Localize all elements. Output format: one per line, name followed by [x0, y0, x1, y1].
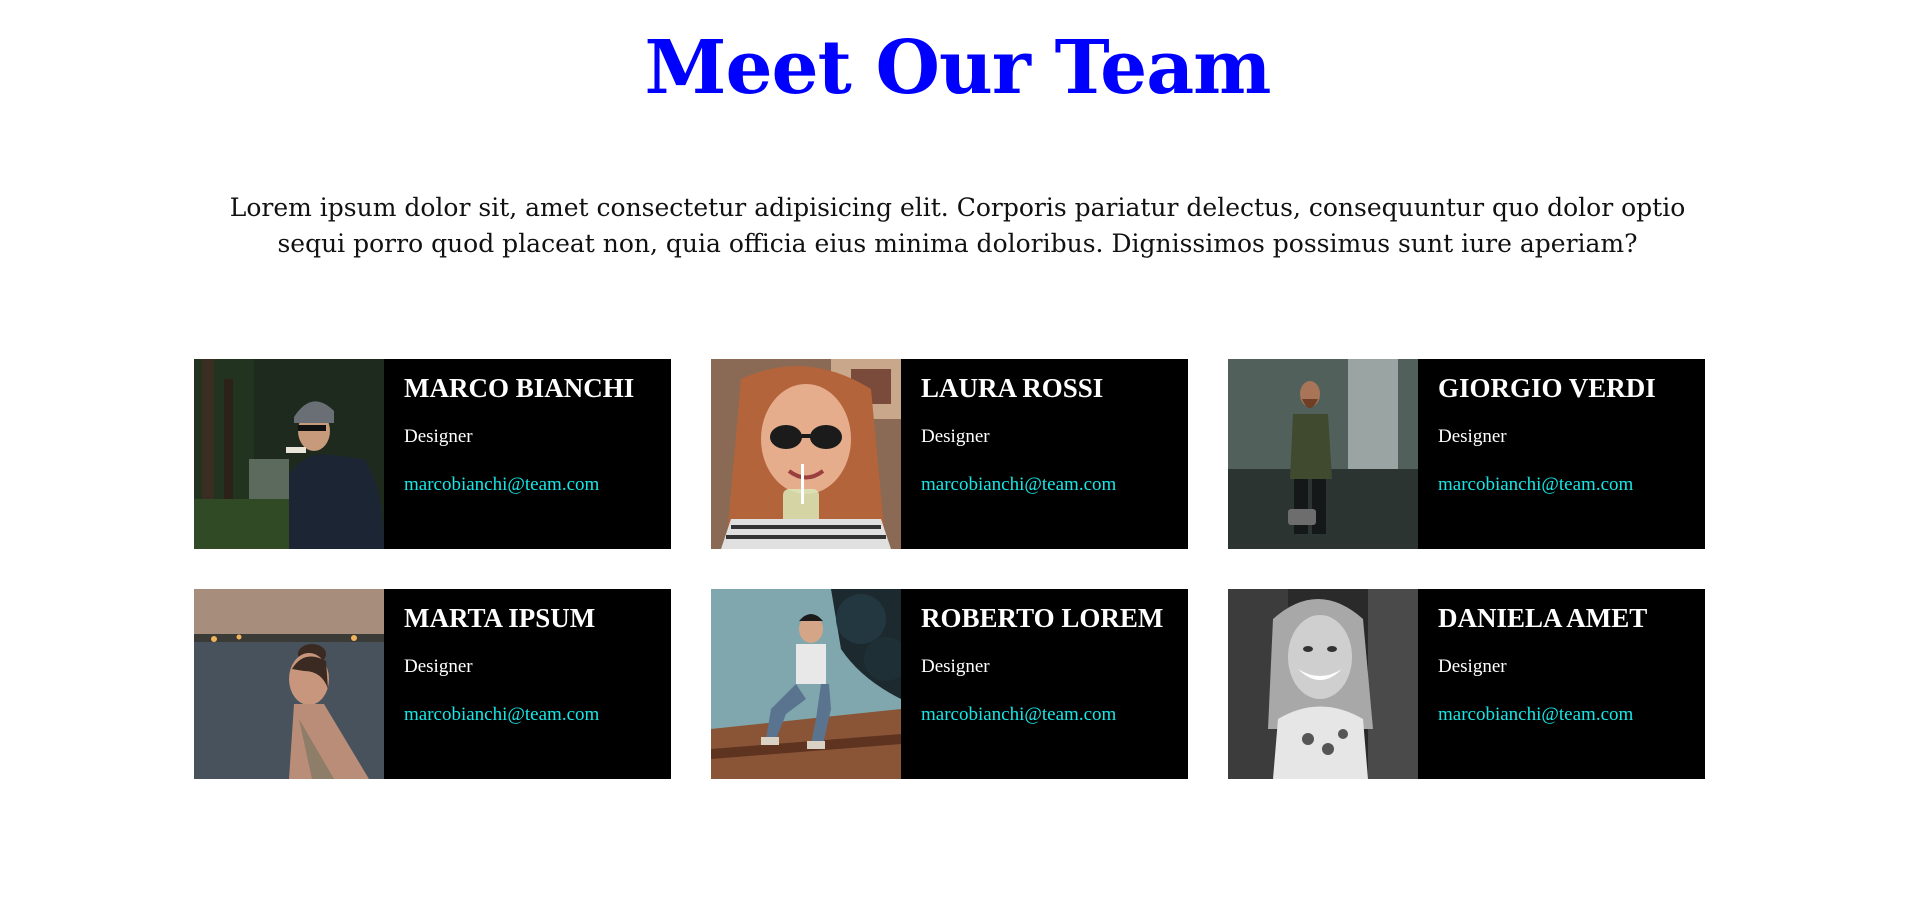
team-card: ROBERTO LOREM Designer marcobianchi@team…: [711, 589, 1188, 779]
member-photo: [194, 359, 384, 549]
member-photo: [1228, 359, 1418, 549]
member-name: MARTA IPSUM: [404, 603, 596, 633]
member-email-link[interactable]: marcobianchi@team.com: [1438, 704, 1633, 726]
team-card: MARCO BIANCHI Designer marcobianchi@team…: [194, 359, 671, 549]
member-role: Designer: [404, 656, 473, 677]
member-name: GIORGIO VERDI: [1438, 373, 1656, 403]
member-photo: [711, 589, 901, 779]
team-grid: MARCO BIANCHI Designer marcobianchi@team…: [194, 359, 1710, 779]
team-card: MARTA IPSUM Designer marcobianchi@team.c…: [194, 589, 671, 779]
member-role: Designer: [404, 426, 473, 447]
member-email-link[interactable]: marcobianchi@team.com: [1438, 474, 1633, 496]
member-email-link[interactable]: marcobianchi@team.com: [404, 704, 599, 726]
member-name: MARCO BIANCHI: [404, 373, 635, 403]
member-name: ROBERTO LOREM: [921, 603, 1164, 633]
member-role: Designer: [1438, 656, 1507, 677]
member-name: DANIELA AMET: [1438, 603, 1648, 633]
page-title: Meet Our Team: [644, 25, 1272, 111]
member-photo: [1228, 589, 1418, 779]
member-email-link[interactable]: marcobianchi@team.com: [921, 704, 1116, 726]
intro-paragraph: Lorem ipsum dolor sit, amet consectetur …: [229, 193, 1686, 258]
team-card: GIORGIO VERDI Designer marcobianchi@team…: [1228, 359, 1705, 549]
member-role: Designer: [921, 656, 990, 677]
team-card: DANIELA AMET Designer marcobianchi@team.…: [1228, 589, 1705, 779]
member-email-link[interactable]: marcobianchi@team.com: [921, 474, 1116, 496]
member-email-link[interactable]: marcobianchi@team.com: [404, 474, 599, 496]
member-name: LAURA ROSSI: [921, 373, 1104, 403]
team-card: LAURA ROSSI Designer marcobianchi@team.c…: [711, 359, 1188, 549]
member-role: Designer: [1438, 426, 1507, 447]
member-photo: [711, 359, 901, 549]
member-role: Designer: [921, 426, 990, 447]
member-photo: [194, 589, 384, 779]
